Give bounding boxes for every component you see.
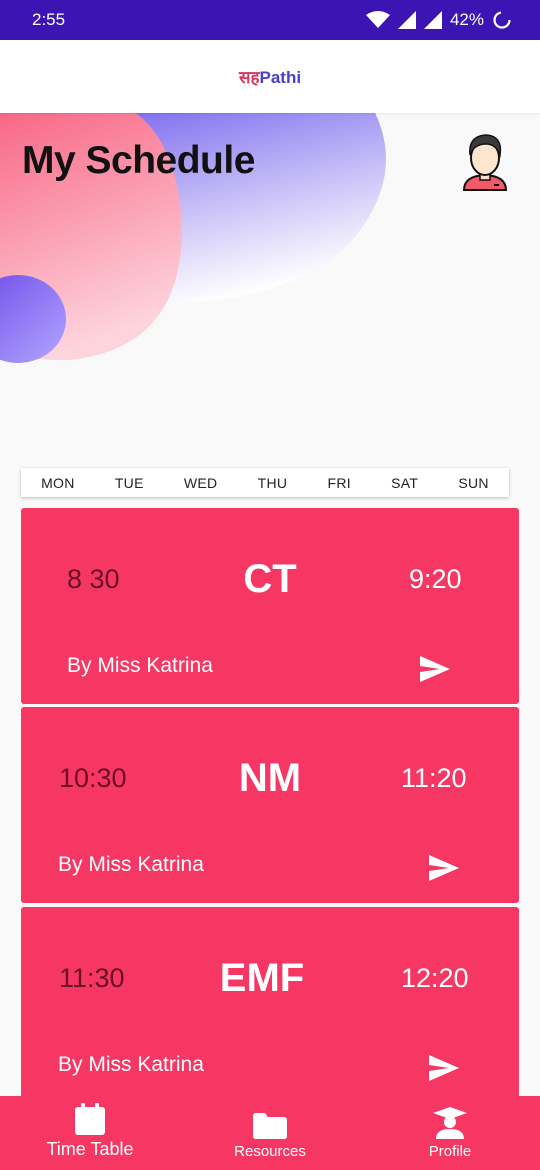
signal-icon-2: [423, 11, 442, 29]
calendar-icon: [75, 1103, 105, 1135]
logo-part-2: Pathi: [259, 68, 302, 87]
teacher: By Miss Katrina: [58, 1053, 204, 1076]
schedule-card[interactable]: 10:30 NM 11:20 By Miss Katrina: [21, 707, 519, 903]
end-time: 12:20: [401, 963, 469, 993]
page-title: My Schedule: [22, 139, 255, 182]
tab-sat[interactable]: SAT: [391, 475, 418, 491]
nav-label: Time Table: [46, 1139, 134, 1159]
teacher: By Miss Katrina: [67, 654, 213, 677]
send-icon[interactable]: [429, 855, 459, 881]
status-time: 2:55: [32, 10, 66, 29]
tab-tue[interactable]: TUE: [115, 475, 144, 491]
send-icon[interactable]: [429, 1055, 459, 1081]
app-logo: सहPathi: [239, 65, 301, 88]
bottom-nav: Time Table Resources Profile: [0, 1096, 540, 1170]
nav-label: Resources: [234, 1143, 306, 1160]
send-icon[interactable]: [420, 656, 450, 682]
nav-resources[interactable]: Resources: [180, 1096, 360, 1170]
teacher: By Miss Katrina: [58, 853, 204, 876]
status-bar: 2:55 42%: [0, 0, 540, 40]
tab-wed[interactable]: WED: [184, 475, 218, 491]
tab-thu[interactable]: THU: [258, 475, 288, 491]
nav-time-table[interactable]: Time Table: [0, 1096, 180, 1170]
signal-icon: [397, 11, 416, 29]
schedule-card[interactable]: 11:30 EMF 12:20 By Miss Katrina: [21, 907, 519, 1103]
nav-profile[interactable]: Profile: [360, 1096, 540, 1170]
app-bar: सहPathi: [0, 40, 540, 113]
battery-percent: 42%: [449, 10, 484, 29]
end-time: 11:20: [401, 763, 467, 793]
tab-sun[interactable]: SUN: [458, 475, 488, 491]
avatar[interactable]: [460, 130, 510, 196]
tab-mon[interactable]: MON: [41, 475, 75, 491]
folder-icon: [253, 1113, 287, 1139]
weekday-tabs: MON TUE WED THU FRI SAT SUN: [21, 468, 509, 497]
battery-icon: [493, 11, 511, 29]
nav-label: Profile: [428, 1143, 472, 1160]
graduate-icon: [433, 1107, 467, 1139]
logo-part-1: सह: [238, 68, 260, 87]
wifi-icon: [365, 11, 390, 28]
end-time: 9:20: [409, 564, 462, 594]
tab-fri[interactable]: FRI: [327, 475, 350, 491]
status-icons: 42%: [365, 10, 512, 30]
schedule-card[interactable]: 8 30 CT 9:20 By Miss Katrina: [21, 508, 519, 704]
